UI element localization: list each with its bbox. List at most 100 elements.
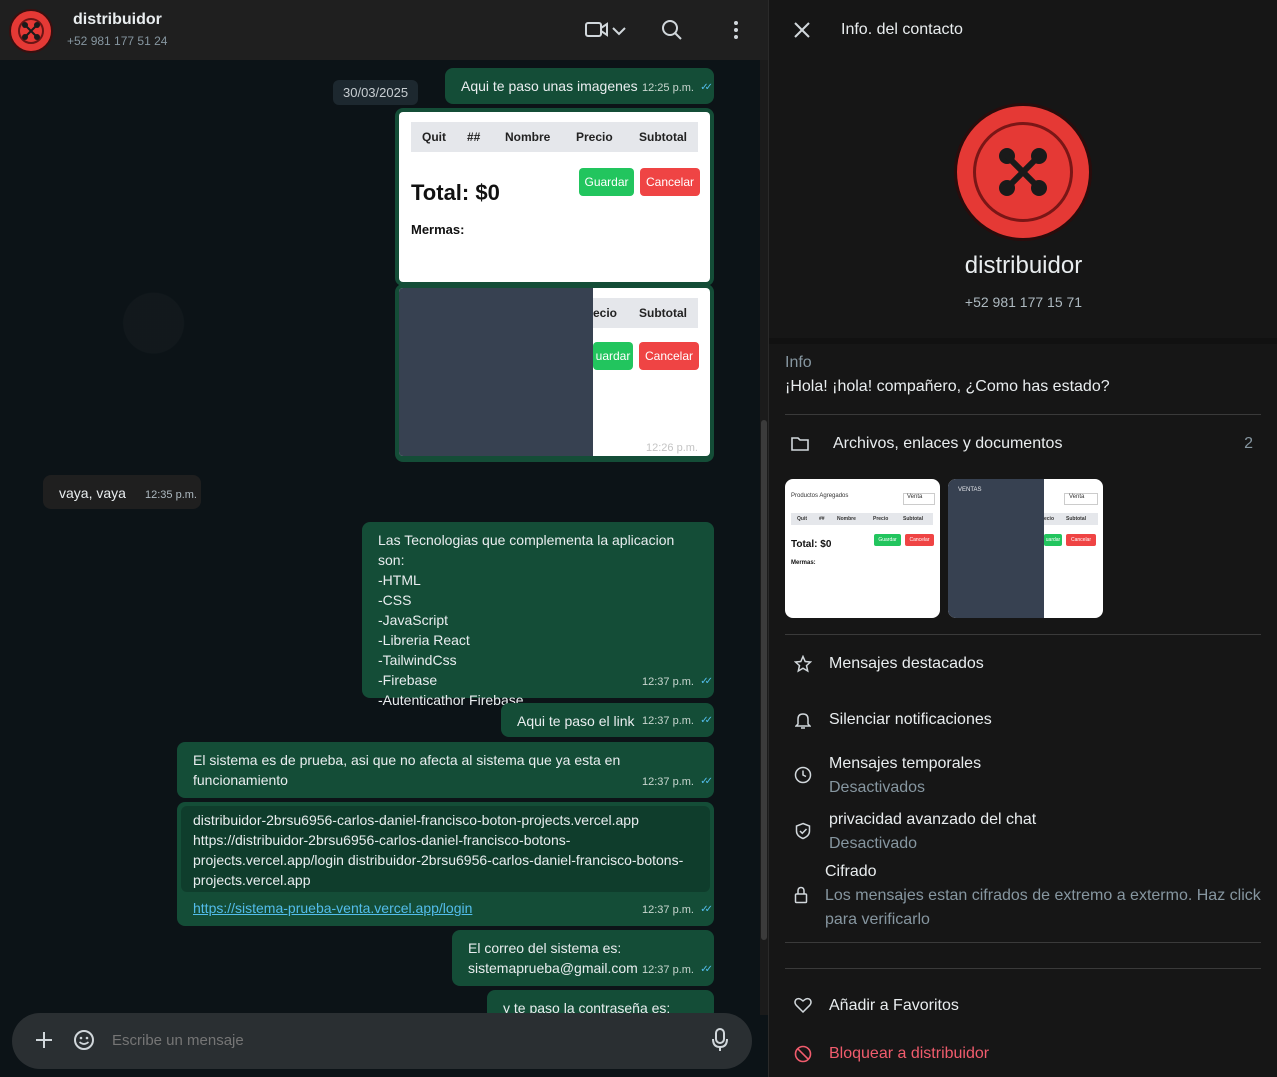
disappearing-messages[interactable]: Mensajes temporales [829,755,981,773]
media-thumbnail[interactable]: VENTAS Venta ecio Subtotal uardar Cancel… [948,479,1103,618]
image-preview[interactable]: ecio Subtotal uardar Cancelar 12:26 p.m. [399,288,710,456]
star-icon [793,654,813,678]
message-bubble[interactable]: Aqui te paso unas imagenes 12:25 p.m. ✓✓ [445,68,714,104]
info-about: ¡Hola! ¡hola! compañero, ¿Como has estad… [785,378,1110,395]
message-input[interactable] [112,1032,672,1049]
divider [785,414,1261,415]
message-line: -TailwindCss [378,652,457,668]
encryption-title[interactable]: Cifrado [825,863,877,881]
thumb-select: Venta [1064,493,1098,505]
message-line: -JavaScript [378,612,449,628]
column-header: Precio [873,516,889,522]
block-icon [794,1045,812,1068]
read-receipt-icon: ✓✓ [700,715,713,726]
message-bubble[interactable]: El correo del sistema es: sistemaprueba@… [452,930,714,986]
plus-icon[interactable] [34,1030,54,1055]
block-contact[interactable]: Bloquear a distribuidor [829,1045,989,1063]
dark-panel [399,288,593,456]
message-line: El correo del sistema es: [468,940,622,956]
image-message[interactable]: ecio Subtotal uardar Cancelar 12:26 p.m. [395,284,714,462]
message-line: Las Tecnologias que complementa la aplic… [378,532,675,568]
message-line: -HTML [378,572,421,588]
column-header: Precio [576,130,613,144]
panel-title: Info. del contacto [841,21,963,38]
table-header: Quit ## Nombre Precio Subtotal [411,122,698,152]
contact-phone: +52 981 177 51 24 [67,34,168,48]
contact-avatar[interactable] [9,9,53,53]
message-bubble[interactable]: Aqui te paso el link 12:37 p.m. ✓✓ [501,703,714,737]
thumb-mermas: Mermas: [791,560,816,566]
contact-phone-large: +52 981 177 15 71 [964,294,1083,310]
chat-scrollbar[interactable] [760,60,768,1015]
scroll-thumb[interactable] [761,420,767,940]
table-header: ecio Subtotal [593,298,698,328]
cancelar-button: Cancelar [640,168,700,196]
column-header: Nombre [505,130,551,144]
message-time: 12:37 p.m. [642,904,694,916]
video-call-icon[interactable] [585,20,609,45]
advanced-privacy[interactable]: privacidad avanzado del chat [829,811,1036,829]
chevron-down-icon[interactable] [611,24,627,42]
message-line: -CSS [378,592,412,608]
cancelar-button: Cancelar [639,342,699,370]
message-line: projects.vercel.app/login distribuidor-2… [193,852,684,868]
files-links-docs[interactable]: Archivos, enlaces y documentos [833,435,1062,453]
read-receipt-icon: ✓✓ [700,676,713,687]
emoji-icon[interactable] [73,1029,95,1056]
message-link[interactable]: https://sistema-prueba-venta.vercel.app/… [193,898,698,918]
message-composer[interactable] [12,1013,752,1069]
message-bubble-incoming[interactable]: vaya, vaya 12:35 p.m. [43,475,201,509]
message-time: 12:37 p.m. [642,676,694,688]
column-header: Subtotal [639,306,687,320]
thumb-table-header: ecio Subtotal [1044,513,1098,525]
chat-header[interactable]: distribuidor +52 981 177 51 24 [0,0,768,60]
contact-info-panel: Info. del contacto distribuidor +52 981 … [768,0,1277,1077]
chat-pane: distribuidor +52 981 177 51 24 30/03/202… [0,0,768,1077]
message-text: Aqui te paso unas imagenes [461,78,638,94]
divider [785,968,1261,969]
image-preview[interactable]: Quit ## Nombre Precio Subtotal Total: $0… [399,112,710,282]
message-time: 12:26 p.m. [646,442,698,454]
read-receipt-icon: ✓✓ [700,82,713,93]
message-time: 12:37 p.m. [642,964,694,976]
starred-messages[interactable]: Mensajes destacados [829,655,984,673]
section-divider [769,338,1277,344]
thumb-label: VENTAS [958,487,982,493]
read-receipt-icon: ✓✓ [700,964,713,975]
files-count: 2 [1244,435,1253,452]
message-line: distribuidor-2brsu6956-carlos-daniel-fra… [193,812,639,828]
message-bubble[interactable]: Las Tecnologias que complementa la aplic… [362,522,714,708]
contact-name[interactable]: distribuidor [73,11,162,29]
heart-icon [794,997,812,1018]
read-receipt-icon: ✓✓ [700,776,713,787]
media-thumbnail[interactable]: Productos Agregados Venta Quit ## Nombre… [785,479,940,618]
mute-notifications[interactable]: Silenciar notificaciones [829,711,992,729]
encryption-text: para verificarlo [825,911,930,928]
search-icon[interactable] [661,19,683,46]
column-header: Quit [797,516,807,522]
message-line: https://distribuidor-2brsu6956-carlos-da… [193,832,571,848]
guardar-button: uardar [593,342,633,370]
message-bubble[interactable]: El sistema es de prueba, asi que no afec… [177,742,714,798]
image-message[interactable]: Quit ## Nombre Precio Subtotal Total: $0… [395,108,714,286]
message-time: 12:25 p.m. [642,82,694,94]
thumb-dark-panel [948,479,1044,618]
lock-icon [794,886,808,909]
message-text: Aqui te paso el link [517,713,635,729]
guardar-button: Guardar [579,168,634,196]
contact-info-header: Info. del contacto [769,0,1277,60]
message-bubble[interactable]: distribuidor-2brsu6956-carlos-daniel-fra… [177,802,714,926]
column-header: Subtotal [1066,516,1086,522]
message-time: 12:35 p.m. [145,489,197,501]
add-to-favorites[interactable]: Añadir a Favoritos [829,997,959,1015]
menu-icon[interactable] [733,20,739,45]
close-icon[interactable] [793,21,811,44]
read-receipt-icon: ✓✓ [700,904,713,915]
mermas-label: Mermas: [411,222,465,237]
info-label: Info [785,354,812,371]
contact-avatar-large[interactable] [954,103,1092,241]
message-time: 12:37 p.m. [642,715,694,727]
shield-icon [794,822,812,845]
mic-icon[interactable] [712,1028,728,1057]
clock-icon [794,766,812,789]
